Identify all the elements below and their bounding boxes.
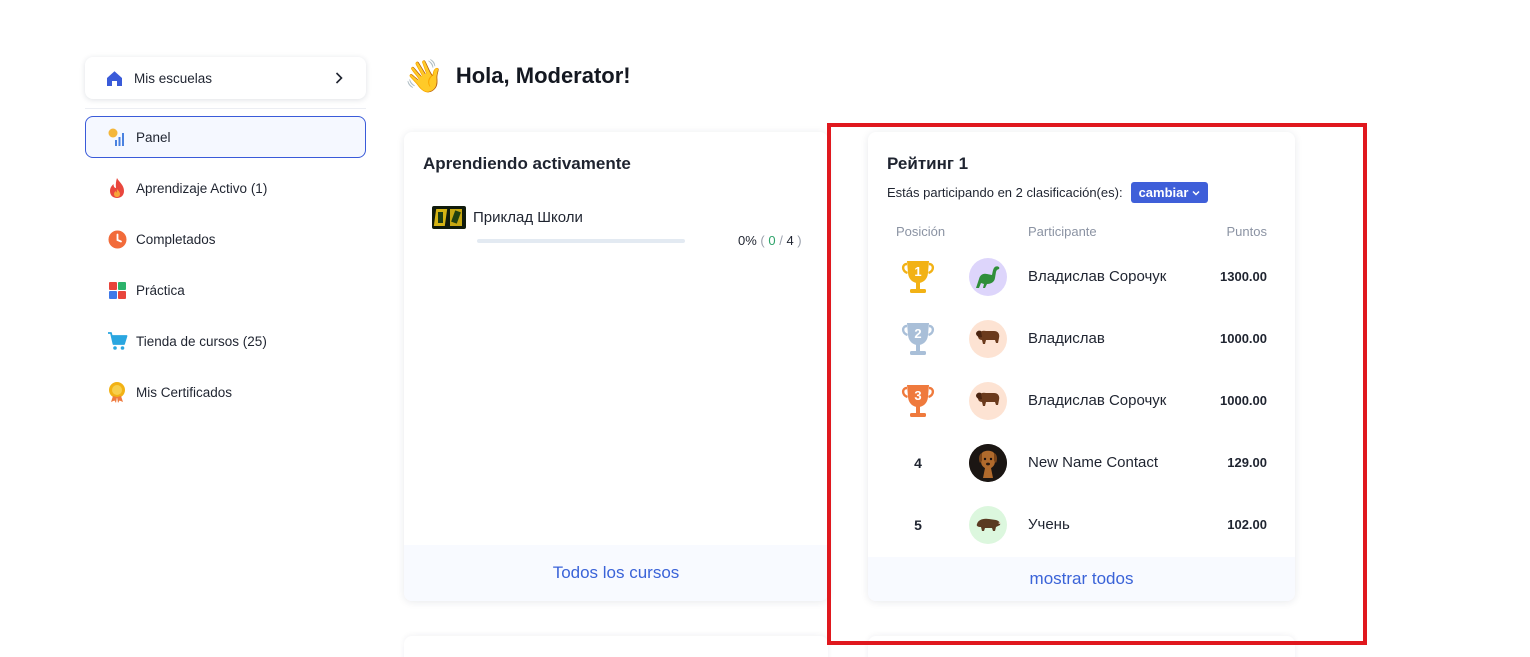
dinosaur-icon [969, 258, 1007, 296]
sidebar-item-completed[interactable]: Completados [85, 218, 366, 260]
rating-row: 3 Владислав Сорочук 1000.00 [868, 381, 1295, 443]
show-all-link[interactable]: mostrar todos [868, 557, 1295, 601]
sidebar-item-label: Completados [136, 231, 216, 247]
sidebar-item-label: Panel [136, 129, 171, 145]
rating-row: 1 Владислав Сорочук 1300.00 [868, 257, 1295, 319]
rating-card: Рейтинг 1 Estás participando en 2 clasif… [868, 132, 1295, 601]
column-header-participant: Participante [1028, 224, 1097, 239]
sidebar-item-panel[interactable]: Panel [85, 116, 366, 158]
active-learning-title: Aprendiendo activamente [423, 154, 631, 173]
sidebar-item-label: Práctica [136, 282, 185, 298]
sidebar-item-label: Aprendizaje Activo (1) [136, 180, 268, 196]
participant-points: 1300.00 [1220, 269, 1267, 284]
gold-trophy-icon: 1 [898, 257, 938, 297]
sidebar-divider [85, 108, 366, 109]
column-header-position: Posición [896, 224, 946, 239]
sidebar-item-label: Mis Certificados [136, 384, 233, 400]
participant-points: 102.00 [1227, 517, 1267, 532]
blocks-icon [106, 279, 128, 301]
cart-icon [106, 330, 128, 352]
clock-icon [106, 228, 128, 250]
sidebar-item-active-learning[interactable]: Aprendizaje Activo (1) [85, 167, 366, 209]
participant-name: New Name Contact [1028, 454, 1159, 471]
participant-name: Владислав Сорочук [1028, 268, 1167, 285]
active-learning-card: Aprendiendo activamente Приклад Школи 0%… [404, 132, 828, 601]
my-schools-label: Mis escuelas [134, 70, 213, 86]
course-name: Приклад Школи [473, 209, 583, 226]
participant-name: Владислав [1028, 330, 1105, 347]
change-rating-label: cambiar [1138, 185, 1189, 200]
participant-points: 1000.00 [1220, 331, 1267, 346]
participant-points: 129.00 [1227, 455, 1267, 470]
course-progress-bar [477, 239, 685, 243]
page-title: Hola, Moderator! [455, 63, 631, 88]
all-courses-link[interactable]: Todos los cursos [404, 545, 828, 601]
sidebar-item-course-store[interactable]: Tienda de cursos (25) [85, 320, 366, 362]
bison-icon [969, 320, 1007, 358]
bronze-trophy-icon: 3 [898, 381, 938, 421]
my-schools-button[interactable]: Mis escuelas [85, 57, 366, 99]
rating-subtitle: Estás participando en 2 clasificación(es… [887, 182, 1209, 203]
sidebar-nav: Panel Aprendizaje Activo (1) Completados [85, 116, 366, 422]
boar-icon [969, 506, 1007, 544]
chevron-down-icon [1192, 190, 1200, 196]
svg-text:2: 2 [914, 326, 921, 341]
rating-row: 2 Владислав 1000.00 [868, 319, 1295, 381]
waving-hand-icon: 👋 [404, 58, 444, 94]
svg-text:3: 3 [914, 388, 921, 403]
course-thumbnail [432, 206, 466, 229]
sidebar-item-certificates[interactable]: Mis Certificados [85, 371, 366, 413]
course-progress-text: 0% ( 0 / 4 ) [738, 233, 802, 248]
next-card [404, 636, 828, 657]
svg-text:1: 1 [914, 264, 921, 279]
rating-title: Рейтинг 1 [887, 154, 969, 173]
participant-name: Учень [1028, 516, 1070, 533]
dashboard-chart-icon [106, 126, 128, 148]
fire-icon [106, 177, 128, 199]
chevron-right-icon [335, 72, 343, 84]
sidebar-item-label: Tienda de cursos (25) [136, 333, 267, 349]
home-icon [107, 70, 122, 86]
participant-points: 1000.00 [1220, 393, 1267, 408]
bison-icon [969, 382, 1007, 420]
rank-number: 4 [914, 455, 922, 471]
participant-name: Владислав Сорочук [1028, 392, 1167, 409]
rating-row: 4 New Name Contact 129.00 [868, 443, 1295, 505]
course-item[interactable]: Приклад Школи 0% ( 0 / 4 ) [432, 206, 812, 250]
greeting: 👋 Hola, Moderator! [404, 57, 631, 95]
change-rating-button[interactable]: cambiar [1130, 182, 1209, 203]
silver-trophy-icon: 2 [898, 319, 938, 359]
sidebar-item-practice[interactable]: Práctica [85, 269, 366, 311]
column-header-points: Puntos [1226, 224, 1267, 239]
medal-icon [106, 381, 128, 403]
next-card [868, 636, 1295, 657]
rating-participation-text: Estás participando en 2 clasificación(es… [887, 185, 1123, 200]
rank-number: 5 [914, 517, 922, 533]
dog-avatar-photo [969, 444, 1007, 482]
